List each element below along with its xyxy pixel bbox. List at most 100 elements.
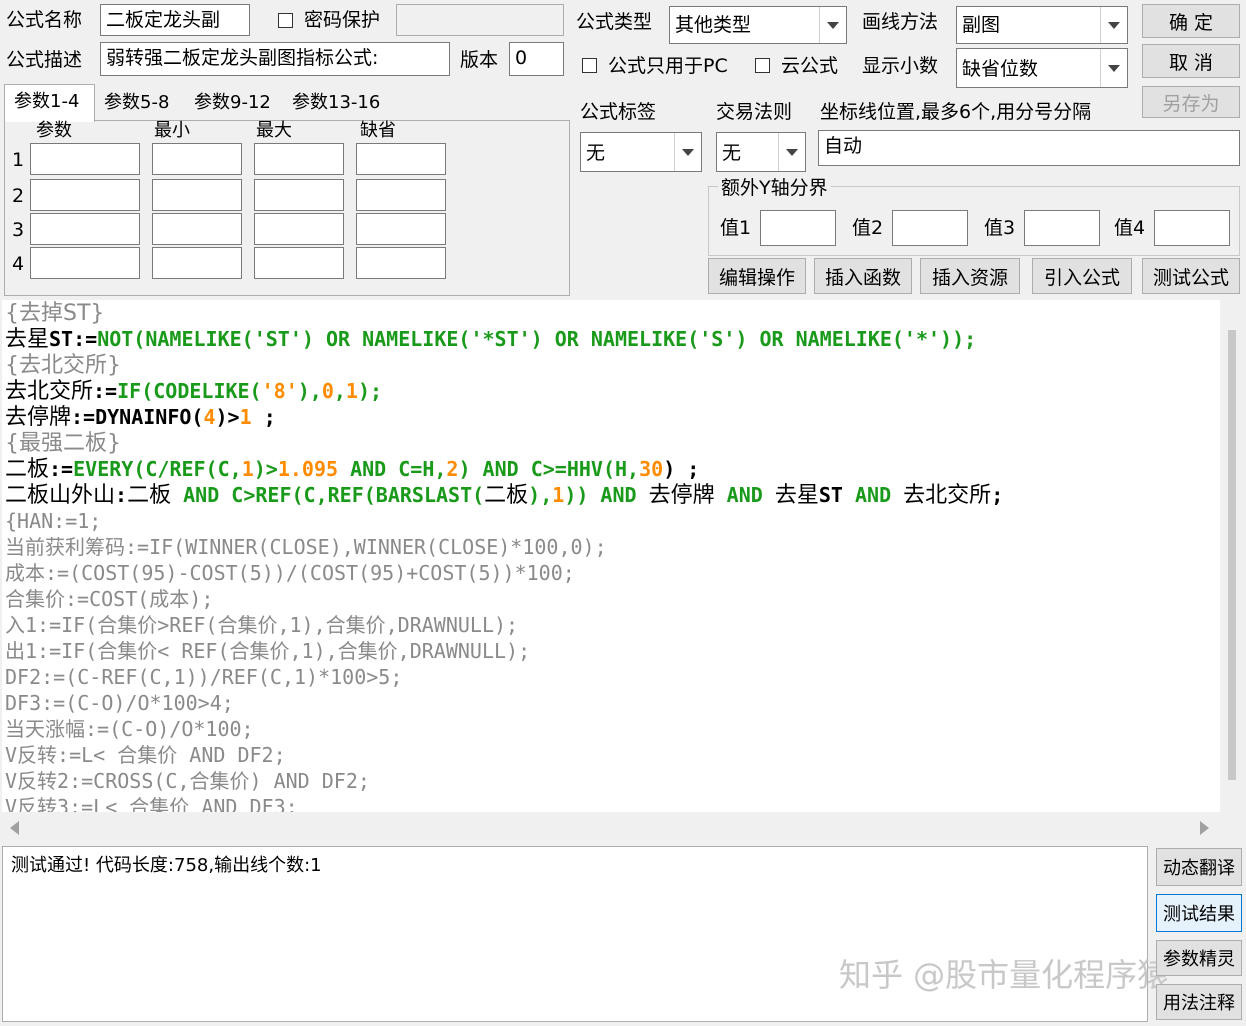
formula-name-input[interactable]: 二板定龙头副	[100, 4, 250, 36]
pc-only-checkbox[interactable]	[582, 58, 597, 73]
formula-type-select[interactable]: 其他类型	[669, 6, 847, 44]
scrollbar-thumb[interactable]	[1228, 330, 1236, 780]
vertical-scrollbar[interactable]	[1220, 300, 1244, 812]
edit-operations-button[interactable]: 编辑操作	[708, 258, 806, 294]
param-name-input[interactable]	[30, 213, 140, 245]
code-line: 出1:=IF(合集价< REF(合集价,1),合集价,DRAWNULL);	[5, 639, 531, 663]
value-3-input[interactable]	[1024, 210, 1100, 246]
code-line: 成本:=(COST(95)-COST(5))/(COST(95)+COST(5)…	[5, 561, 575, 585]
formula-desc-label: 公式描述	[6, 49, 83, 71]
tab-params-5-8[interactable]: 参数5-8	[96, 88, 186, 120]
insert-function-button[interactable]: 插入函数	[814, 258, 912, 294]
code-line: 去星ST:=NOT(NAMELIKE('ST') OR NAMELIKE('*S…	[5, 327, 977, 352]
param-wizard-button[interactable]: 参数精灵	[1156, 940, 1242, 976]
cloud-checkbox[interactable]	[755, 58, 770, 73]
chevron-down-icon[interactable]	[778, 133, 805, 171]
draw-method-select[interactable]: 副图	[956, 6, 1128, 44]
row-number: 2	[12, 185, 25, 207]
code-line: {HAN:=1;	[5, 509, 102, 533]
param-min-input[interactable]	[152, 143, 242, 175]
formula-tag-select[interactable]: 无	[580, 132, 702, 172]
param-max-input[interactable]	[254, 179, 344, 211]
tab-params-9-12[interactable]: 参数9-12	[186, 88, 284, 120]
trade-rule-value: 无	[722, 142, 742, 164]
tab-label: 参数1-4	[14, 91, 80, 112]
code-line: {最强二板}	[5, 431, 121, 456]
column-header-param: 参数	[36, 120, 72, 141]
cancel-button[interactable]: 取 消	[1142, 44, 1240, 78]
param-max-input[interactable]	[254, 143, 344, 175]
extra-y-axis-label: 额外Y轴分界	[718, 174, 831, 202]
param-default-input[interactable]	[356, 179, 446, 211]
test-result-button[interactable]: 测试结果	[1156, 894, 1242, 932]
code-line: 去北交所:=IF(CODELIKE('8'),0,1);	[5, 379, 383, 404]
decimals-value: 缺省位数	[962, 58, 1039, 80]
decimals-select[interactable]: 缺省位数	[956, 48, 1128, 88]
code-editor[interactable]: {去掉ST} 去星ST:=NOT(NAMELIKE('ST') OR NAMEL…	[2, 300, 1220, 812]
pc-only-label: 公式只用于PC	[608, 55, 728, 77]
value-4-label: 值4	[1114, 217, 1146, 239]
insert-resource-button[interactable]: 插入资源	[920, 258, 1020, 294]
password-input[interactable]	[396, 4, 564, 36]
column-header-default: 缺省	[360, 120, 396, 141]
code-line: V反转:=L< 合集价 AND DF2;	[5, 743, 286, 767]
ok-button[interactable]: 确 定	[1142, 4, 1240, 38]
tab-params-13-16[interactable]: 参数13-16	[284, 88, 396, 120]
value-4-input[interactable]	[1154, 210, 1230, 246]
row-number: 1	[12, 149, 25, 171]
chevron-down-icon[interactable]	[1100, 7, 1127, 43]
param-min-input[interactable]	[152, 213, 242, 245]
param-name-input[interactable]	[30, 247, 140, 279]
param-name-input[interactable]	[30, 143, 140, 175]
tab-label: 参数9-12	[194, 92, 271, 113]
code-line: V反转3:=L< 合集价 AND DF3;	[5, 795, 298, 812]
code-line: V反转2:=CROSS(C,合集价) AND DF2;	[5, 769, 370, 793]
row-number: 4	[12, 253, 25, 275]
value-1-label: 值1	[720, 217, 752, 239]
code-line: 二板:=EVERY(C/REF(C,1)>1.095 AND C=H,2) AN…	[5, 457, 700, 482]
code-line: 入1:=IF(合集价>REF(合集价,1),合集价,DRAWNULL);	[5, 613, 519, 637]
param-default-input[interactable]	[356, 213, 446, 245]
param-default-input[interactable]	[356, 143, 446, 175]
scroll-left-icon[interactable]	[10, 821, 19, 835]
chevron-down-icon[interactable]	[819, 7, 846, 43]
version-label: 版本	[460, 49, 499, 71]
axis-position-input[interactable]: 自动	[818, 130, 1240, 166]
param-default-input[interactable]	[356, 247, 446, 279]
formula-desc-input[interactable]: 弱转强二板定龙头副图指标公式:	[100, 42, 450, 76]
chevron-down-icon[interactable]	[674, 133, 701, 171]
code-line: {去北交所}	[5, 353, 121, 378]
save-as-button[interactable]: 另存为	[1142, 86, 1240, 118]
param-max-input[interactable]	[254, 213, 344, 245]
formula-type-label: 公式类型	[576, 11, 653, 33]
password-checkbox[interactable]	[278, 13, 293, 28]
value-2-input[interactable]	[892, 210, 968, 246]
test-formula-button[interactable]: 测试公式	[1142, 258, 1240, 294]
formula-tag-value: 无	[586, 142, 606, 164]
usage-notes-button[interactable]: 用法注释	[1156, 984, 1242, 1020]
formula-type-value: 其他类型	[675, 14, 752, 36]
trade-rule-label: 交易法则	[716, 101, 793, 123]
code-line: 当前获利筹码:=IF(WINNER(CLOSE),WINNER(CLOSE)*1…	[5, 535, 607, 559]
import-formula-button[interactable]: 引入公式	[1032, 258, 1132, 294]
row-number: 3	[12, 219, 25, 241]
value-1-input[interactable]	[760, 210, 836, 246]
version-input[interactable]: 0	[509, 42, 564, 76]
column-header-max: 最大	[256, 120, 292, 141]
param-max-input[interactable]	[254, 247, 344, 279]
dynamic-translate-button[interactable]: 动态翻译	[1156, 848, 1242, 886]
trade-rule-select[interactable]: 无	[716, 132, 806, 172]
param-name-input[interactable]	[30, 179, 140, 211]
value-2-label: 值2	[852, 217, 884, 239]
code-line: DF2:=(C-REF(C,1))/REF(C,1)*100>5;	[5, 665, 403, 689]
cloud-label: 云公式	[781, 55, 839, 77]
horizontal-scrollbar[interactable]	[2, 812, 1220, 844]
code-line: 当天涨幅:=(C-O)/O*100;	[5, 717, 254, 741]
formula-tag-label: 公式标签	[580, 101, 657, 123]
output-panel[interactable]: 测试通过! 代码长度:758,输出线个数:1 知乎 @股市量化程序猿	[2, 846, 1169, 1022]
axis-position-label: 坐标线位置,最多6个,用分号分隔	[820, 101, 1092, 123]
scroll-right-icon[interactable]	[1200, 821, 1209, 835]
chevron-down-icon[interactable]	[1100, 49, 1127, 87]
param-min-input[interactable]	[152, 179, 242, 211]
param-min-input[interactable]	[152, 247, 242, 279]
